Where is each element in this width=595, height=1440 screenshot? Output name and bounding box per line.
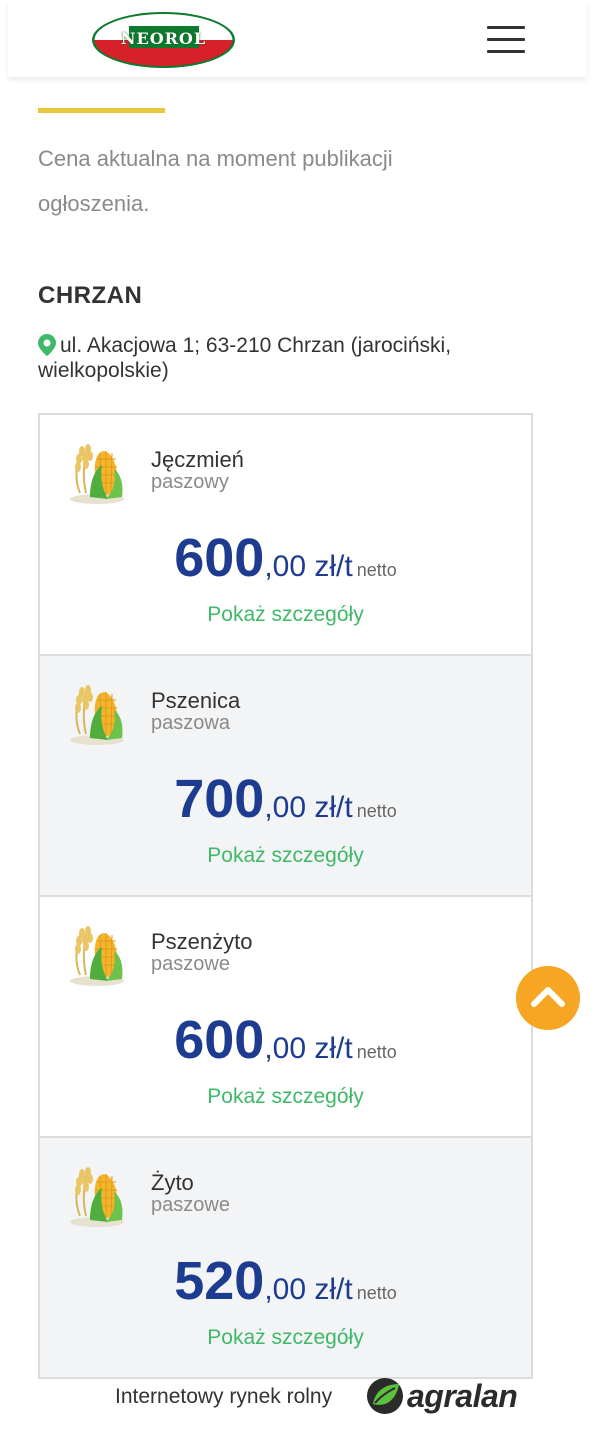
price-decimal-unit: ,00 zł/t bbox=[264, 550, 353, 583]
chevron-up-icon bbox=[531, 987, 565, 1007]
show-details-link[interactable]: Pokaż szczegóły bbox=[40, 603, 531, 627]
agralan-logo[interactable]: agralan bbox=[365, 1376, 535, 1418]
location-pin-icon bbox=[38, 334, 56, 356]
crop-type: paszowa bbox=[151, 712, 230, 734]
crop-name: Pszenica bbox=[151, 688, 241, 713]
hamburger-menu-icon[interactable] bbox=[485, 22, 527, 58]
footer-tagline: Internetowy rynek rolny bbox=[115, 1385, 333, 1408]
crop-type: paszowe bbox=[151, 953, 230, 975]
offer-card: Żyto paszowe 520,00 zł/t netto Pokaż szcz… bbox=[40, 1138, 531, 1377]
agralan-brand: agralan bbox=[407, 1378, 518, 1414]
offer-card: Pszenżyto paszowe 600,00 zł/t netto Pokaż… bbox=[40, 897, 531, 1138]
crop-name: Pszenżyto bbox=[151, 929, 253, 954]
address-text: ul. Akacjowa 1; 63-210 Chrzan (jarocińsk… bbox=[38, 334, 452, 382]
price-integer: 600 bbox=[174, 528, 265, 588]
price: 520,00 zł/t netto bbox=[40, 1250, 531, 1312]
address: ul. Akacjowa 1; 63-210 Chrzan (jarocińsk… bbox=[38, 333, 508, 383]
price-net-label: netto bbox=[356, 1283, 397, 1303]
accent-divider bbox=[38, 108, 165, 113]
scroll-to-top-button[interactable] bbox=[516, 966, 580, 1030]
show-details-link[interactable]: Pokaż szczegóły bbox=[40, 844, 531, 868]
price-decimal-unit: ,00 zł/t bbox=[264, 1032, 353, 1065]
price-decimal-unit: ,00 zł/t bbox=[264, 791, 353, 824]
crop-type: paszowy bbox=[151, 471, 229, 493]
grain-corn-icon bbox=[70, 926, 124, 986]
logo-text: NEOROL bbox=[120, 29, 207, 48]
price-integer: 700 bbox=[174, 769, 265, 829]
show-details-link[interactable]: Pokaż szczegóły bbox=[40, 1085, 531, 1109]
leaf-globe-icon bbox=[367, 1378, 403, 1414]
price-integer: 520 bbox=[174, 1251, 265, 1311]
price-integer: 600 bbox=[174, 1010, 265, 1070]
site-header: NEOROL bbox=[8, 0, 587, 77]
price-decimal-unit: ,00 zł/t bbox=[264, 1273, 353, 1306]
price-net-label: netto bbox=[356, 560, 397, 580]
neorol-logo[interactable]: NEOROL bbox=[91, 11, 236, 69]
crop-name: Żyto bbox=[151, 1170, 194, 1195]
price: 700,00 zł/t netto bbox=[40, 768, 531, 830]
city-heading: CHRZAN bbox=[38, 282, 143, 309]
grain-corn-icon bbox=[70, 685, 124, 745]
grain-corn-icon bbox=[70, 444, 124, 504]
grain-corn-icon bbox=[70, 1167, 124, 1227]
price: 600,00 zł/t netto bbox=[40, 1009, 531, 1071]
price-net-label: netto bbox=[356, 801, 397, 821]
show-details-link[interactable]: Pokaż szczegóły bbox=[40, 1326, 531, 1350]
offers-list: Jęczmień paszowy 600,00 zł/t netto Pokaż … bbox=[38, 413, 533, 1379]
offer-card: Jęczmień paszowy 600,00 zł/t netto Pokaż … bbox=[40, 415, 531, 656]
crop-type: paszowe bbox=[151, 1194, 230, 1216]
price-net-label: netto bbox=[356, 1042, 397, 1062]
price-notice: Cena aktualna na moment publikacji ogłos… bbox=[38, 146, 393, 216]
offer-card: Pszenica paszowa 700,00 zł/t netto Pokaż … bbox=[40, 656, 531, 897]
price: 600,00 zł/t netto bbox=[40, 527, 531, 589]
crop-name: Jęczmień bbox=[151, 447, 244, 472]
